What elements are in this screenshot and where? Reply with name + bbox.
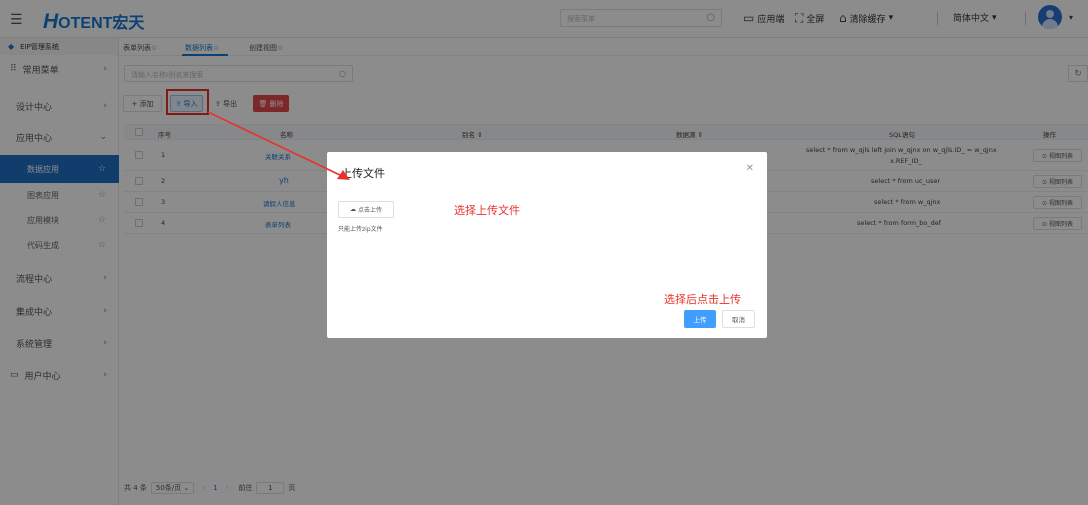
cloud-upload-icon: ☁ — [349, 206, 356, 213]
upload-tip: 只能上传zip文件 — [338, 226, 383, 233]
upload-confirm-button[interactable]: 上传 — [684, 310, 716, 328]
dialog-title: 上传文件 — [341, 167, 385, 180]
click-upload-button[interactable]: ☁ 点击上传 — [338, 201, 394, 218]
cancel-button[interactable]: 取消 — [722, 310, 755, 328]
close-icon[interactable]: ✕ — [746, 163, 754, 174]
annotation-select-file: 选择上传文件 — [454, 204, 520, 217]
upload-dialog: 上传文件 ✕ ☁ 点击上传 只能上传zip文件 选择上传文件 选择后点击上传 上传… — [327, 152, 767, 338]
annotation-after-select: 选择后点击上传 — [664, 293, 741, 306]
